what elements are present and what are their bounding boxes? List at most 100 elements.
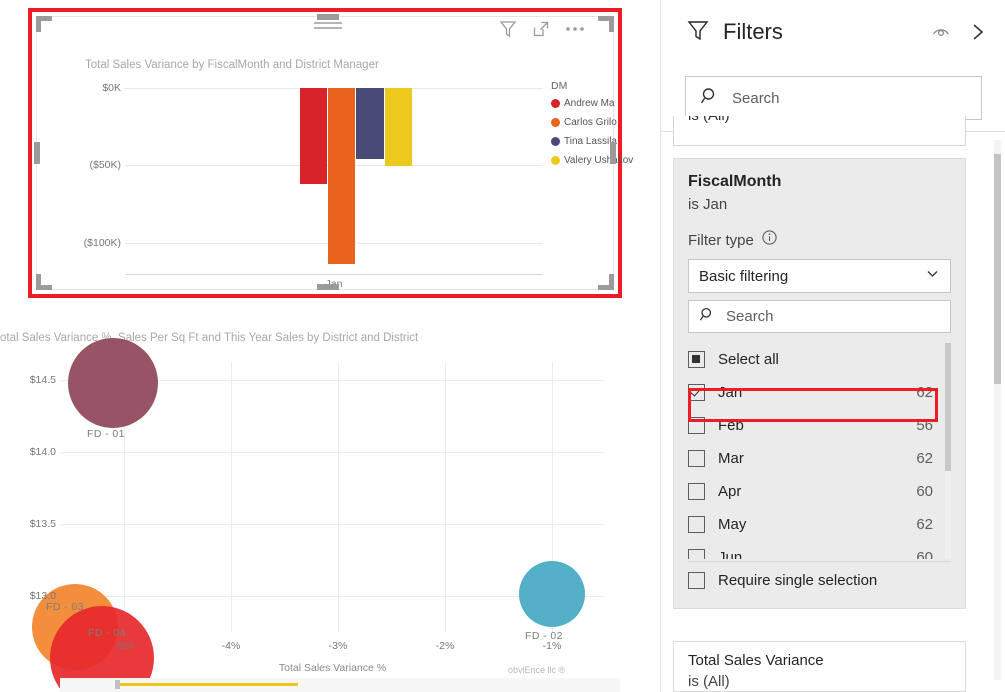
filter-values-list[interactable]: Select all Jan 62 Feb 56 Mar 62	[688, 343, 951, 559]
search-icon	[699, 306, 716, 328]
slicer-track[interactable]	[118, 683, 298, 686]
bar-chart-plot-area	[125, 88, 543, 274]
checkbox-unchecked[interactable]	[688, 572, 705, 589]
resize-handle-right[interactable]	[610, 142, 616, 164]
filters-pane-header: Filters	[661, 0, 1005, 64]
checkbox-unchecked[interactable]	[688, 450, 705, 467]
resize-handle-bottom-right[interactable]	[609, 274, 614, 290]
legend-color-swatch	[551, 118, 560, 127]
filter-item-label: Jan	[718, 384, 916, 401]
filter-item-label: Feb	[718, 417, 916, 434]
filter-item-count: 62	[916, 450, 933, 467]
legend-color-swatch	[551, 99, 560, 108]
filter-card-total-sales-variance[interactable]: Total Sales Variance is (All)	[673, 641, 966, 692]
filter-values-search-input[interactable]: Search	[688, 300, 951, 333]
bar-chart-title: Total Sales Variance by FiscalMonth and …	[85, 59, 379, 71]
filter-type-dropdown[interactable]: Basic filtering	[688, 259, 951, 293]
bubble-label-fd-04: FD - 04	[88, 627, 126, 639]
y-axis-tick: $13.5	[30, 518, 56, 530]
filter-icon[interactable]	[498, 19, 518, 39]
legend-label: Andrew Ma	[564, 98, 615, 109]
legend-color-swatch	[551, 137, 560, 146]
legend-item-valery-ushakov[interactable]: Valery Ushakov	[551, 155, 647, 166]
filter-item-feb[interactable]: Feb 56	[688, 409, 951, 442]
filter-item-jan[interactable]: Jan 62	[688, 376, 951, 409]
filters-pane-title: Filters	[723, 19, 916, 45]
filter-item-count: 60	[916, 483, 933, 500]
checkbox-unchecked[interactable]	[688, 516, 705, 533]
filter-item-count: 62	[916, 384, 933, 401]
bar-chart-visual[interactable]: Total Sales Variance by FiscalMonth and …	[36, 16, 614, 290]
chart-legend: DM Andrew Ma Carlos Grilo Tina Lassila V…	[551, 80, 647, 174]
resize-handle-top-left[interactable]	[36, 16, 41, 32]
bubble-fd-01[interactable]	[68, 338, 158, 428]
legend-item-andrew-ma[interactable]: Andrew Ma	[551, 98, 647, 109]
resize-handle-bottom[interactable]	[317, 284, 339, 290]
legend-item-tina-lassila[interactable]: Tina Lassila	[551, 136, 647, 147]
x-axis-tick: -5%	[115, 640, 134, 652]
visual-drag-handle[interactable]	[314, 22, 342, 34]
filter-item-jun[interactable]: Jun 60	[688, 541, 951, 559]
filter-condition-text: is Jan	[688, 196, 951, 213]
x-axis-tick: -3%	[329, 640, 348, 652]
filters-search-input[interactable]: Search	[685, 76, 982, 120]
bar-carlos-grilo[interactable]	[328, 88, 355, 264]
filter-item-label: Mar	[718, 450, 916, 467]
filter-item-may[interactable]: May 62	[688, 508, 951, 541]
legend-label: Valery Ushakov	[564, 155, 633, 166]
resize-handle-top-right[interactable]	[609, 16, 614, 32]
filter-item-mar[interactable]: Mar 62	[688, 442, 951, 475]
filter-item-count: 60	[916, 549, 933, 559]
scatter-chart-visual[interactable]: otal Sales Variance %, Sales Per Sq Ft a…	[0, 322, 660, 692]
bar-valery-ushakov[interactable]	[385, 88, 412, 166]
x-axis-line	[125, 274, 543, 275]
filter-list-scrollbar[interactable]	[945, 343, 951, 559]
filter-values-search-placeholder: Search	[726, 308, 774, 325]
filter-item-select-all[interactable]: Select all	[688, 343, 951, 376]
focus-mode-icon[interactable]	[531, 19, 551, 39]
checkbox-unchecked[interactable]	[688, 549, 705, 559]
bar-andrew-ma[interactable]	[300, 88, 327, 184]
bar-tina-lassila[interactable]	[356, 88, 384, 159]
chevron-right-icon[interactable]	[966, 21, 988, 43]
filter-card-clipped[interactable]: is (All)	[673, 116, 966, 146]
checkbox-partial[interactable]	[688, 351, 705, 368]
info-icon[interactable]	[761, 229, 778, 251]
filter-item-apr[interactable]: Apr 60	[688, 475, 951, 508]
legend-item-carlos-grilo[interactable]: Carlos Grilo	[551, 117, 647, 128]
checkbox-unchecked[interactable]	[688, 417, 705, 434]
gridline	[60, 452, 605, 453]
filter-condition-text: is (All)	[688, 673, 951, 690]
report-canvas: Total Sales Variance by FiscalMonth and …	[0, 0, 660, 692]
scatter-chart-title: otal Sales Variance %, Sales Per Sq Ft a…	[0, 332, 418, 344]
y-axis-tick: $14.5	[30, 374, 56, 386]
y-axis-tick: $14.0	[30, 446, 56, 458]
search-icon	[700, 86, 720, 111]
filter-card-fiscalmonth[interactable]: FiscalMonth is Jan Filter type Basic fil…	[673, 158, 966, 609]
watermark-text: obviEnce llc ®	[508, 665, 565, 675]
filter-item-label: May	[718, 516, 916, 533]
bottom-slicer-control[interactable]	[60, 678, 620, 692]
checkbox-unchecked[interactable]	[688, 483, 705, 500]
y-axis-tick: $13.0	[30, 590, 56, 602]
require-single-selection-row[interactable]: Require single selection	[688, 561, 951, 598]
hide-pane-eye-icon[interactable]	[930, 21, 952, 43]
y-axis-tick: ($50K)	[89, 159, 121, 171]
bubble-fd-02[interactable]	[519, 561, 585, 627]
checkbox-checked[interactable]	[688, 384, 705, 401]
legend-label: Carlos Grilo	[564, 117, 617, 128]
resize-handle-bottom-left[interactable]	[36, 274, 41, 290]
filter-field-name: Total Sales Variance	[688, 652, 951, 669]
visual-toolbar	[498, 16, 586, 42]
slicer-knob[interactable]	[115, 680, 120, 689]
chevron-down-icon[interactable]	[925, 266, 940, 286]
filter-card-clipped-text: is (All)	[688, 116, 730, 124]
y-axis-tick: $0K	[102, 82, 121, 94]
resize-handle-top[interactable]	[317, 14, 339, 20]
more-options-icon[interactable]	[564, 19, 586, 39]
resize-handle-left[interactable]	[34, 142, 40, 164]
filter-icon	[685, 17, 711, 48]
legend-title: DM	[551, 80, 647, 92]
filters-pane-scrollbar[interactable]	[994, 140, 1001, 680]
filter-item-label: Apr	[718, 483, 916, 500]
